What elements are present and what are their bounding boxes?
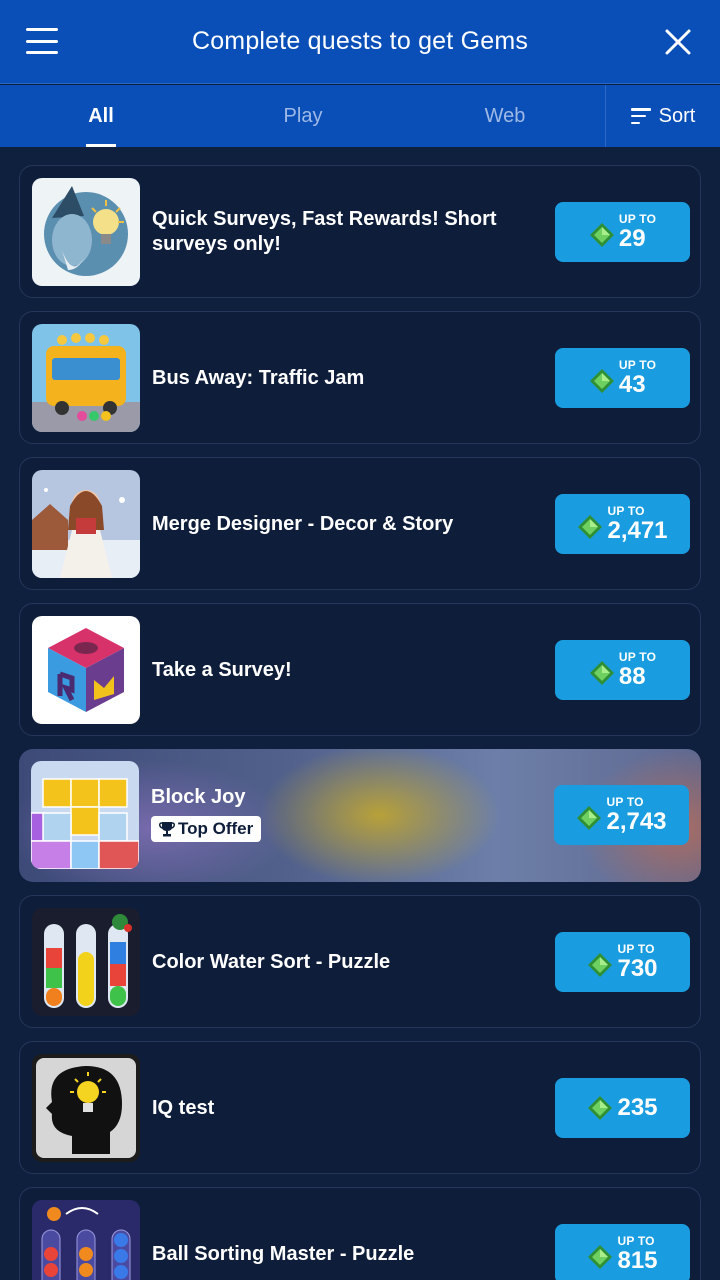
sort-button[interactable]: Sort	[605, 85, 720, 147]
sort-icon	[630, 108, 651, 124]
wizard-lightbulb-thumbnail	[32, 178, 140, 286]
gem-icon	[578, 515, 603, 539]
offer-title: Quick Surveys, Fast Rewards! Short surve…	[152, 208, 497, 255]
reward-amount: 43	[618, 371, 646, 398]
reward-upto-label: UP TO	[617, 1234, 655, 1248]
page-title: Complete quests to get Gems	[191, 27, 529, 55]
tab-play[interactable]: Play	[202, 85, 404, 147]
reward-upto-label: UP TO	[617, 942, 655, 956]
reward-amount: 2,471	[607, 517, 668, 544]
reward-amount: 235	[617, 1094, 658, 1121]
tetris-blocks-thumbnail	[31, 761, 139, 869]
badge-label: Top Offer	[178, 819, 254, 838]
reward-button[interactable]: UP TO 2,471	[555, 494, 690, 554]
tab-web[interactable]: Web	[404, 85, 606, 147]
reward-button[interactable]: 235	[555, 1078, 690, 1138]
tab-bar: All Play Web Sort	[0, 85, 720, 147]
reward-button[interactable]: UP TO 2,743	[554, 785, 689, 845]
offer-title: Ball Sorting Master - Puzzle	[152, 1243, 415, 1265]
close-icon[interactable]	[664, 28, 692, 56]
reward-upto-label: UP TO	[606, 795, 644, 809]
reward-upto-label: UP TO	[607, 504, 645, 518]
trophy-icon	[159, 822, 175, 837]
reward-amount: 730	[617, 955, 658, 982]
reward-button[interactable]: UP TO 730	[555, 932, 690, 992]
offer-card[interactable]: Merge Designer - Decor & Story UP TO 2,4…	[19, 457, 701, 590]
reward-button[interactable]: UP TO 88	[555, 640, 690, 700]
reward-amount: 88	[618, 663, 646, 690]
offer-title: Color Water Sort - Puzzle	[152, 951, 391, 973]
sort-label: Sort	[658, 104, 696, 127]
offer-card[interactable]: IQ test 235	[19, 1041, 701, 1174]
offer-card[interactable]: Quick Surveys, Fast Rewards! Short surve…	[19, 165, 701, 298]
cube-logo-thumbnail	[32, 616, 140, 724]
woman-winter-house-thumbnail	[32, 470, 140, 578]
reward-amount: 29	[618, 225, 646, 252]
reward-upto-label: UP TO	[618, 650, 657, 664]
gem-icon	[588, 953, 613, 977]
offer-title: Bus Away: Traffic Jam	[152, 367, 365, 389]
gem-icon	[588, 1096, 613, 1120]
gem-icon	[588, 1245, 613, 1269]
yellow-bus-thumbnail	[32, 324, 140, 432]
gem-icon	[589, 661, 614, 685]
reward-amount: 815	[617, 1247, 658, 1274]
reward-upto-label: UP TO	[618, 358, 657, 372]
offer-title: Merge Designer - Decor & Story	[152, 513, 454, 535]
offer-title: IQ test	[152, 1097, 215, 1119]
reward-button[interactable]: UP TO 29	[555, 202, 690, 262]
tab-all[interactable]: All	[0, 85, 202, 147]
header-bar: Complete quests to get Gems	[0, 0, 720, 84]
top-offer-badge: Top Offer	[151, 816, 262, 842]
menu-icon[interactable]	[26, 28, 58, 54]
reward-amount: 2,743	[606, 808, 667, 835]
offer-card[interactable]: Bus Away: Traffic Jam UP TO 43	[19, 311, 701, 444]
reward-upto-label: UP TO	[618, 212, 657, 226]
offer-title: Take a Survey!	[152, 659, 292, 681]
offer-card-featured[interactable]: Block Joy Top Offer UP TO 2,743	[19, 749, 701, 882]
reward-button[interactable]: UP TO 43	[555, 348, 690, 408]
reward-button[interactable]: UP TO 815	[555, 1224, 690, 1280]
offer-card[interactable]: Take a Survey! UP TO 88	[19, 603, 701, 736]
offer-card[interactable]: Ball Sorting Master - Puzzle UP TO 815	[19, 1187, 701, 1280]
ball-tubes-thumbnail	[32, 1200, 140, 1280]
gem-icon	[589, 369, 614, 393]
head-lightbulb-thumbnail	[32, 1054, 140, 1162]
gem-icon	[589, 223, 614, 247]
water-tubes-thumbnail	[32, 908, 140, 1016]
offer-card[interactable]: Color Water Sort - Puzzle UP TO 730	[19, 895, 701, 1028]
gem-icon	[577, 806, 602, 830]
offer-title: Block Joy	[151, 786, 246, 808]
